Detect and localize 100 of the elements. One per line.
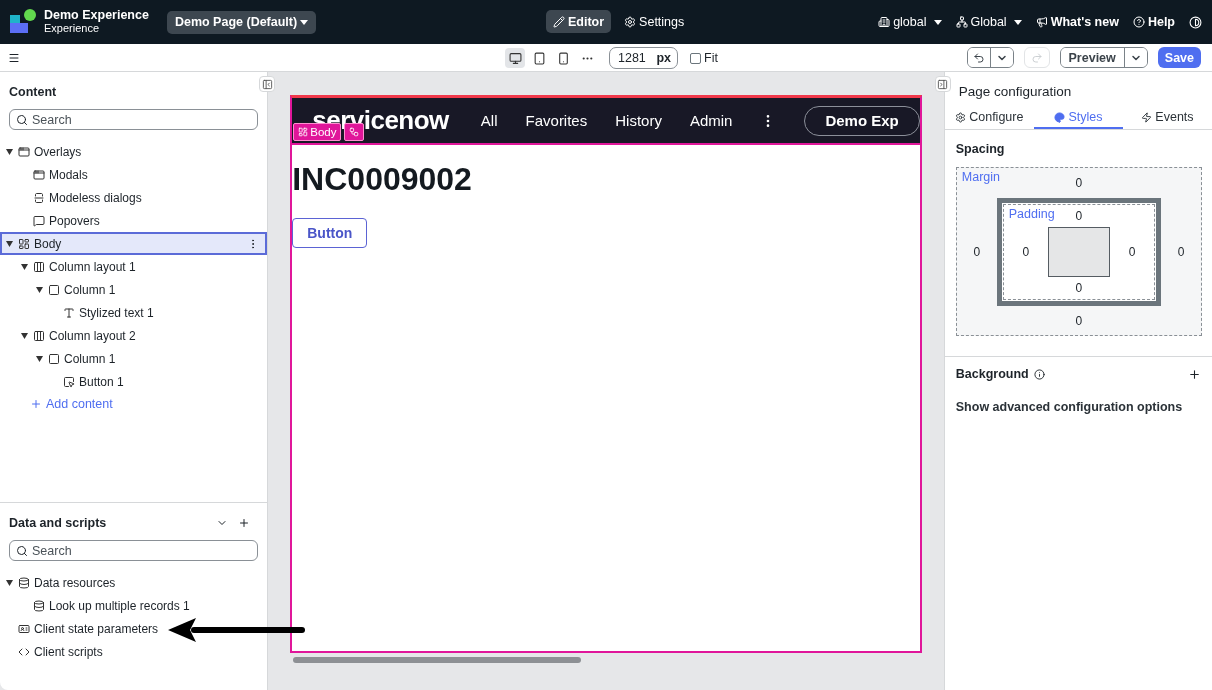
app-logo <box>10 9 36 35</box>
margin-label: Margin <box>961 170 1000 184</box>
palette-icon <box>1054 111 1066 123</box>
mode-tab[interactable]: Editor <box>546 10 612 33</box>
add-content-link[interactable]: Add content <box>30 397 113 411</box>
preview-button[interactable]: Button <box>292 218 368 248</box>
panel-icon <box>261 78 273 90</box>
square-icon <box>48 352 60 365</box>
contrast-icon[interactable] <box>1189 15 1202 29</box>
layout-icon <box>298 127 309 137</box>
nav-link[interactable]: Favorites <box>525 112 588 129</box>
panel-icon <box>937 78 949 90</box>
monitor-icon <box>508 51 522 65</box>
advanced-options-link[interactable]: Show advanced configuration options <box>944 381 1212 433</box>
collapse-button[interactable] <box>934 76 951 92</box>
building-icon <box>878 16 891 28</box>
undo-icon <box>972 51 985 64</box>
hierarchy-icon <box>955 16 968 28</box>
tree-item[interactable]: Client state parameters <box>0 617 171 640</box>
app-subtitle: Experience <box>44 22 101 35</box>
phone-icon <box>556 51 570 65</box>
width-field[interactable]: 1281 px <box>609 47 678 69</box>
tree-item[interactable]: Modals <box>0 163 100 186</box>
menu-icon[interactable] <box>8 51 20 64</box>
dropdown-button[interactable] <box>989 48 1013 67</box>
header-menu[interactable]: Global <box>955 15 1022 29</box>
layout-icon <box>18 237 30 250</box>
info-icon <box>1033 368 1045 380</box>
margin-value[interactable]: 0 <box>973 245 981 259</box>
padding-value[interactable]: 0 <box>1022 245 1030 259</box>
database-icon <box>33 599 45 612</box>
tree-item[interactable]: Modeless dialogs <box>0 186 154 209</box>
database-icon <box>18 576 30 589</box>
margin-value[interactable]: 0 <box>1075 176 1083 190</box>
scrollbar-thumb[interactable] <box>293 657 582 663</box>
collapse-button[interactable] <box>259 76 276 92</box>
tree-item[interactable]: Column 1 <box>0 278 128 301</box>
content-box <box>1047 227 1110 277</box>
window-icon <box>18 145 30 158</box>
padding-value[interactable]: 0 <box>1075 281 1083 295</box>
lightning-icon <box>1141 111 1153 123</box>
padding-value[interactable]: 0 <box>1075 209 1083 223</box>
caret-icon <box>300 19 309 25</box>
fit-checkbox[interactable]: Fit <box>690 51 718 65</box>
section-title: Content <box>9 85 57 99</box>
page-menu[interactable]: Demo Page (Default) <box>166 10 317 34</box>
speech-bubble-icon <box>33 214 45 227</box>
panel-tab[interactable]: Styles <box>1033 107 1123 129</box>
tree-item[interactable]: Body <box>0 232 268 255</box>
section-title: Background <box>955 367 1029 381</box>
add-icon[interactable] <box>1188 367 1201 381</box>
tree-item[interactable]: Column layout 1 <box>0 255 148 278</box>
id-card-icon <box>18 622 30 635</box>
tree-item[interactable]: Column layout 2 <box>0 324 148 347</box>
mode-tab[interactable]: Settings <box>617 10 692 33</box>
window-icon <box>33 168 45 181</box>
panel-tab[interactable]: Configure <box>944 107 1034 129</box>
search-field[interactable]: Search <box>9 109 259 130</box>
desktop-button[interactable] <box>505 48 525 68</box>
panel-title: Page configuration <box>957 83 1073 101</box>
columns-icon <box>33 260 45 273</box>
cursor-icon <box>63 375 75 388</box>
padding-label: Padding <box>1008 207 1055 221</box>
help-icon <box>1132 16 1145 28</box>
dropdown-button[interactable] <box>1123 48 1147 67</box>
header-menu[interactable]: Help <box>1132 15 1175 29</box>
tree-item[interactable]: Overlays <box>0 140 94 163</box>
dialog-icon <box>33 191 45 204</box>
tree-item[interactable]: Column 1 <box>0 347 128 370</box>
page-heading: INC0009002 <box>292 161 473 198</box>
margin-value[interactable]: 0 <box>1075 314 1083 328</box>
settings-icon <box>624 15 637 28</box>
panel-tab[interactable]: Events <box>1122 107 1212 129</box>
header-menu[interactable]: global <box>878 15 942 29</box>
pencil-icon <box>553 15 565 28</box>
padding-value[interactable]: 0 <box>1128 245 1136 259</box>
tree-item[interactable]: Button 1 <box>0 370 136 393</box>
margin-value[interactable]: 0 <box>1177 245 1185 259</box>
tree-item[interactable]: Stylized text 1 <box>0 301 166 324</box>
plus-icon <box>30 398 42 410</box>
tree-item[interactable]: Look up multiple records 1 <box>0 594 202 617</box>
section-title: Data and scripts <box>9 516 107 530</box>
tablet-icon <box>532 51 546 65</box>
app-title: Demo Experience <box>44 9 149 22</box>
nav-link[interactable]: History <box>615 112 662 129</box>
save-button[interactable]: Save <box>1157 47 1201 68</box>
nav-link[interactable]: All <box>480 112 498 129</box>
search-field[interactable]: Search <box>9 540 259 561</box>
megaphone-icon <box>1035 16 1048 28</box>
tree-item[interactable]: Data resources <box>0 571 128 594</box>
text-icon <box>63 306 75 319</box>
header-menu[interactable]: What's new <box>1035 15 1119 29</box>
settings-icon <box>955 111 967 123</box>
tree-item[interactable]: Client scripts <box>0 640 115 663</box>
redo-icon <box>1030 51 1043 64</box>
add-icon[interactable] <box>238 517 251 529</box>
columns-icon <box>33 329 45 342</box>
square-icon <box>48 283 60 296</box>
tree-item[interactable]: Popovers <box>0 209 112 232</box>
nav-link[interactable]: Admin <box>689 112 733 129</box>
